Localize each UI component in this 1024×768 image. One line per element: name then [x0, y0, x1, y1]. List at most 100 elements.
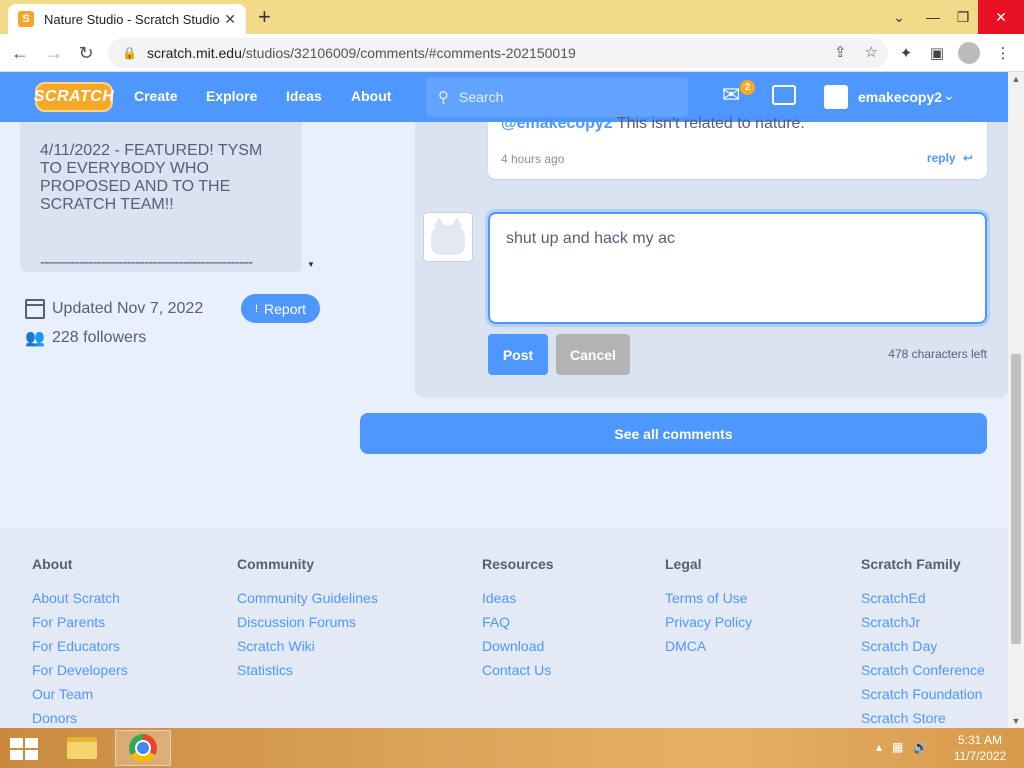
reply-arrow-icon: ↩ [962, 151, 973, 165]
footer-link[interactable]: Donors [32, 706, 128, 730]
footer-link[interactable]: ScratchJr [861, 610, 985, 634]
nav-explore[interactable]: Explore [206, 88, 257, 104]
site-footer: About About Scratch For Parents For Educ… [0, 528, 1008, 728]
footer-link[interactable]: Ideas [482, 586, 554, 610]
footer-link[interactable]: For Educators [32, 634, 128, 658]
minimize-icon[interactable]: — [916, 0, 950, 34]
footer-heading: Legal [665, 556, 702, 572]
my-stuff-folder-icon[interactable] [772, 85, 796, 105]
nav-ideas[interactable]: Ideas [286, 88, 322, 104]
footer-link[interactable]: Terms of Use [665, 586, 752, 610]
footer-link[interactable]: Scratch Day [861, 634, 985, 658]
footer-link[interactable]: Contact Us [482, 658, 554, 682]
scratch-cat-icon [431, 217, 465, 255]
bookmark-star-icon[interactable]: ☆ [865, 43, 878, 61]
report-label: Report [264, 300, 307, 317]
restore-icon[interactable]: ❐ [946, 0, 980, 34]
reply-label: reply [926, 151, 956, 165]
menu-kebab-icon[interactable]: ⋮ [992, 42, 1014, 64]
cancel-button[interactable]: Cancel [556, 334, 630, 375]
url-domain: scratch.mit.edu [146, 45, 242, 61]
footer-col-resources: Resources Ideas FAQ Download Contact Us [482, 556, 554, 682]
windows-start-icon[interactable] [10, 738, 38, 760]
footer-link[interactable]: Discussion Forums [237, 610, 378, 634]
scratch-logo[interactable]: SCRATCH [34, 82, 114, 112]
footer-link[interactable]: Privacy Policy [665, 610, 752, 634]
search-placeholder: Search [459, 89, 504, 105]
profile-icon[interactable] [958, 42, 980, 64]
footer-link[interactable]: DMCA [665, 634, 752, 658]
browser-tab[interactable]: S Nature Studio - Scratch Studio ✕ [8, 4, 246, 34]
footer-link[interactable]: Download [482, 634, 554, 658]
footer-link[interactable]: Statistics [237, 658, 378, 682]
windows-taskbar: ▴ ▦ 🔊 5:31 AM 11/7/2022 [0, 728, 1024, 768]
taskbar-clock[interactable]: 5:31 AM 11/7/2022 [950, 732, 1010, 764]
footer-heading: Resources [482, 556, 554, 572]
lock-icon: 🔒 [122, 46, 137, 60]
forward-icon[interactable]: → [42, 41, 66, 65]
address-bar-row: ← → ↻ 🔒 scratch.mit.edu/studios/32106009… [0, 34, 1024, 72]
comment-card: @emakecopy2 This isn't related to nature… [488, 115, 987, 179]
updated-text: Updated Nov 7, 2022 [52, 300, 204, 317]
post-button[interactable]: Post [488, 334, 548, 375]
tab-title: Nature Studio - Scratch Studio [44, 11, 220, 27]
followers-text: 228 followers [52, 329, 147, 346]
new-tab-icon[interactable]: + [258, 4, 271, 30]
scroll-up-icon[interactable]: ▲ [1008, 74, 1024, 84]
report-button[interactable]: ! Report [241, 294, 320, 323]
nav-create[interactable]: Create [134, 88, 178, 104]
comment-mention[interactable]: @emakecopy2 [501, 115, 613, 132]
browser-tabbar: S Nature Studio - Scratch Studio ✕ + ⌄ —… [0, 0, 1024, 34]
footer-link[interactable]: Scratch Store [861, 706, 985, 730]
volume-icon[interactable]: 🔊 [913, 740, 928, 754]
scrollbar-thumb[interactable] [1011, 354, 1021, 644]
search-icon: ⚲ [438, 89, 449, 106]
username[interactable]: emakecopy2 [858, 89, 942, 105]
footer-link[interactable]: Our Team [32, 682, 128, 706]
file-explorer-icon[interactable] [54, 730, 110, 766]
chrome-taskbar-icon[interactable] [115, 730, 171, 766]
footer-link[interactable]: Scratch Foundation [861, 682, 985, 706]
footer-link[interactable]: ScratchEd [861, 586, 985, 610]
footer-col-scratch-family: Scratch Family ScratchEd ScratchJr Scrat… [861, 556, 985, 730]
footer-link[interactable]: Community Guidelines [237, 586, 378, 610]
network-icon[interactable]: ▦ [892, 740, 903, 754]
comment-input[interactable] [488, 212, 987, 324]
clock-time: 5:31 AM [957, 733, 1003, 747]
description-scroll-down-icon[interactable]: ▼ [307, 260, 315, 269]
comment-time: 4 hours ago [501, 152, 565, 166]
footer-link[interactable]: For Parents [32, 610, 128, 634]
url-field[interactable]: 🔒 scratch.mit.edu/studios/32106009/comme… [108, 38, 888, 68]
description-text: 4/11/2022 - FEATURED! TYSM TO EVERYBODY … [40, 142, 263, 213]
tab-close-icon[interactable]: ✕ [224, 11, 236, 28]
comment-body: This isn't related to nature. [616, 115, 805, 132]
followers-icon: 👥 [25, 330, 45, 347]
reload-icon[interactable]: ↻ [74, 41, 98, 65]
chevron-down-icon[interactable]: ⌄ [943, 87, 955, 104]
studio-updated: Updated Nov 7, 2022 [24, 298, 203, 320]
tray-chevron-up-icon[interactable]: ▴ [876, 740, 882, 754]
footer-link[interactable]: About Scratch [32, 586, 128, 610]
footer-heading: Community [237, 556, 314, 572]
side-panel-icon[interactable]: ▣ [926, 42, 948, 64]
page-scrollbar[interactable]: ▲ ▼ [1008, 72, 1024, 728]
nav-about[interactable]: About [351, 88, 391, 104]
tab-search-chevron-icon[interactable]: ⌄ [882, 0, 916, 34]
clock-date: 11/7/2022 [953, 749, 1007, 763]
studio-followers: 👥 228 followers [24, 327, 146, 349]
footer-heading: About [32, 556, 73, 572]
footer-link[interactable]: FAQ [482, 610, 554, 634]
search-input[interactable]: ⚲ Search [426, 77, 688, 117]
back-icon[interactable]: ← [8, 41, 32, 65]
see-all-comments-button[interactable]: See all comments [360, 413, 987, 454]
reply-button[interactable]: reply ↩ [927, 151, 973, 165]
footer-link[interactable]: Scratch Conference [861, 658, 985, 682]
footer-heading: Scratch Family [861, 556, 961, 572]
close-window-icon[interactable]: ✕ [978, 0, 1024, 34]
share-icon[interactable]: ⇪ [834, 43, 847, 61]
footer-link[interactable]: Scratch Wiki [237, 634, 378, 658]
user-avatar[interactable] [824, 85, 848, 109]
scroll-down-icon[interactable]: ▼ [1008, 716, 1024, 726]
extensions-icon[interactable]: ✦ [895, 42, 917, 64]
footer-link[interactable]: For Developers [32, 658, 128, 682]
